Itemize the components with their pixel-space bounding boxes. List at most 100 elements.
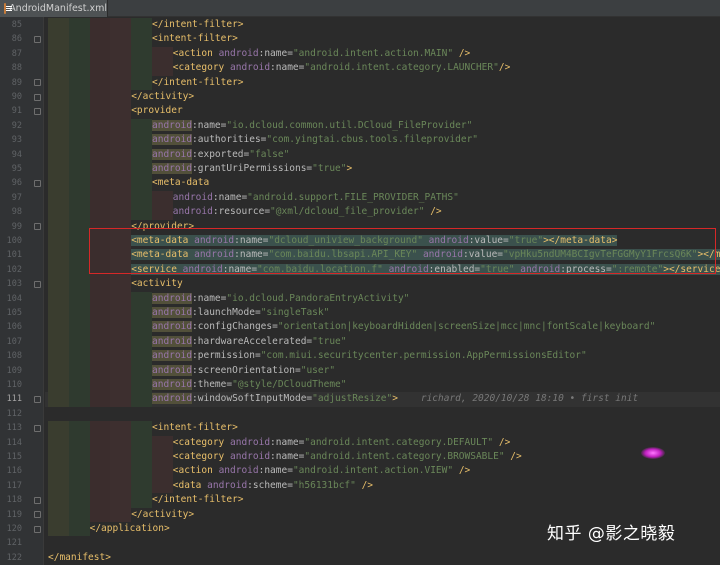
line-number[interactable]: 87 <box>0 47 22 61</box>
code-line[interactable]: android:theme="@style/DCloudTheme" <box>45 378 720 393</box>
code-token: /> <box>504 451 522 462</box>
fold-toggle-icon[interactable] <box>34 223 41 231</box>
line-number[interactable]: 116 <box>0 464 22 478</box>
code-line[interactable]: </intent-filter> <box>45 18 720 33</box>
fold-toggle-icon[interactable] <box>34 107 41 115</box>
line-number[interactable]: 119 <box>0 508 22 522</box>
fold-toggle-icon[interactable] <box>34 93 41 101</box>
fold-toggle-icon[interactable] <box>34 424 41 432</box>
fold-toggle-icon[interactable] <box>34 79 41 87</box>
code-text: <category android:name="android.intent.c… <box>173 437 511 448</box>
code-line[interactable]: <category android:name="android.intent.c… <box>45 435 720 450</box>
code-text: android:authorities="com.yingtai.cbus.to… <box>152 134 478 146</box>
code-token: "android.support.FILE_PROVIDER_PATHS" <box>247 191 459 203</box>
fold-toggle-icon[interactable] <box>34 35 41 43</box>
code-line[interactable]: <category android:name="android.intent.c… <box>45 61 720 76</box>
code-line[interactable]: android:launchMode="singleTask" <box>45 306 720 321</box>
line-number[interactable]: 93 <box>0 133 22 147</box>
code-line[interactable]: android:configChanges="orientation|keybo… <box>45 320 720 335</box>
fold-toggle-icon[interactable] <box>34 511 41 519</box>
line-number[interactable]: 111 <box>0 392 22 406</box>
code-line[interactable]: <action android:name="android.intent.act… <box>45 46 720 62</box>
line-number[interactable]: 118 <box>0 493 22 507</box>
code-line[interactable]: android:grantUriPermissions="true"> <box>45 162 720 177</box>
line-number[interactable]: 105 <box>0 306 22 320</box>
indent-guide <box>110 176 132 191</box>
line-number[interactable]: 97 <box>0 191 22 205</box>
line-number[interactable]: 85 <box>0 18 22 32</box>
indent-guide <box>68 522 90 537</box>
line-number[interactable]: 103 <box>0 277 22 291</box>
line-number[interactable]: 115 <box>0 450 22 464</box>
fold-toggle-icon[interactable] <box>34 496 41 504</box>
line-number[interactable]: 122 <box>0 551 22 565</box>
code-line[interactable]: <intent-filter> <box>45 32 720 47</box>
code-line[interactable]: android:name="io.dcloud.common.util.DClo… <box>45 118 720 134</box>
fold-toggle-icon[interactable] <box>34 395 41 403</box>
code-line[interactable]: </manifest> <box>45 551 720 565</box>
indent-guide <box>89 478 111 494</box>
line-number[interactable]: 98 <box>0 205 22 219</box>
tab-android-manifest[interactable]: AndroidManifest.xml <box>0 0 108 17</box>
line-number[interactable]: 112 <box>0 407 22 421</box>
code-line[interactable]: android:screenOrientation="user" <box>45 363 720 378</box>
code-line[interactable]: <category android:name="android.intent.c… <box>45 450 720 465</box>
line-number[interactable]: 96 <box>0 176 22 190</box>
code-line[interactable]: </intent-filter> <box>45 75 720 90</box>
line-number[interactable]: 100 <box>0 234 22 248</box>
code-line[interactable]: android:resource="@xml/dcloud_file_provi… <box>45 205 720 220</box>
code-text: android:name="io.dcloud.PandoraEntryActi… <box>152 292 409 304</box>
code-line[interactable]: android:permission="com.miui.securitycen… <box>45 349 720 364</box>
code-line[interactable]: <activity <box>45 277 720 292</box>
line-number[interactable]: 94 <box>0 148 22 162</box>
indent-guide <box>110 46 132 62</box>
code-line[interactable]: android:name="android.support.FILE_PROVI… <box>45 190 720 206</box>
tab-title: AndroidManifest.xml <box>9 3 107 14</box>
line-number[interactable]: 107 <box>0 335 22 349</box>
line-number[interactable]: 102 <box>0 263 22 277</box>
line-number[interactable]: 89 <box>0 76 22 90</box>
line-number[interactable]: 104 <box>0 292 22 306</box>
code-line[interactable]: android:authorities="com.yingtai.cbus.to… <box>45 133 720 148</box>
code-line[interactable]: <provider <box>45 104 720 119</box>
code-line[interactable]: android:windowSoftInputMode="adjustResiz… <box>45 392 720 407</box>
fold-toggle-icon[interactable] <box>34 525 41 533</box>
code-token: :configChanges= <box>192 321 278 333</box>
indent-guide <box>68 493 90 508</box>
code-line[interactable]: android:hardwareAccelerated="true" <box>45 334 720 350</box>
code-line[interactable]: android:name="io.dcloud.PandoraEntryActi… <box>45 291 720 306</box>
line-number[interactable]: 90 <box>0 90 22 104</box>
line-number[interactable]: 86 <box>0 32 22 46</box>
line-number[interactable]: 99 <box>0 220 22 234</box>
line-number[interactable]: 117 <box>0 479 22 493</box>
line-number[interactable]: 91 <box>0 104 22 118</box>
line-number[interactable]: 88 <box>0 61 22 75</box>
code-line[interactable]: <data android:scheme="h56131bcf" /> <box>45 478 720 494</box>
code-line[interactable]: </activity> <box>45 90 720 105</box>
code-line[interactable]: <intent-filter> <box>45 421 720 436</box>
indent-guide <box>89 507 111 522</box>
code-line[interactable] <box>45 407 720 421</box>
fold-toggle-icon[interactable] <box>34 179 41 187</box>
line-number[interactable]: 108 <box>0 349 22 363</box>
line-number[interactable]: 114 <box>0 436 22 450</box>
line-number[interactable]: 109 <box>0 364 22 378</box>
line-number[interactable]: 120 <box>0 522 22 536</box>
indent-guide <box>48 478 69 494</box>
line-number[interactable]: 95 <box>0 162 22 176</box>
fold-toggle-icon[interactable] <box>34 280 41 288</box>
line-number[interactable]: 92 <box>0 119 22 133</box>
line-number[interactable]: 110 <box>0 378 22 392</box>
line-number[interactable]: 106 <box>0 320 22 334</box>
indent-guide <box>48 392 69 407</box>
line-number-gutter[interactable]: 85 86 87 88 89 90 91 92 93 94 95 96 97 98 99 100 101 102 1… <box>0 17 44 565</box>
line-number[interactable]: 101 <box>0 248 22 262</box>
code-line[interactable]: <meta-data <box>45 176 720 191</box>
code-token: :name= <box>212 191 248 203</box>
line-number[interactable]: 113 <box>0 421 22 435</box>
code-editor[interactable]: </intent-filter> <intent-filter> <action a… <box>45 17 720 565</box>
code-line[interactable]: <action android:name="android.intent.act… <box>45 464 720 479</box>
code-line[interactable]: android:exported="false" <box>45 147 720 162</box>
line-number[interactable]: 121 <box>0 536 22 550</box>
code-line[interactable]: </intent-filter> <box>45 493 720 508</box>
